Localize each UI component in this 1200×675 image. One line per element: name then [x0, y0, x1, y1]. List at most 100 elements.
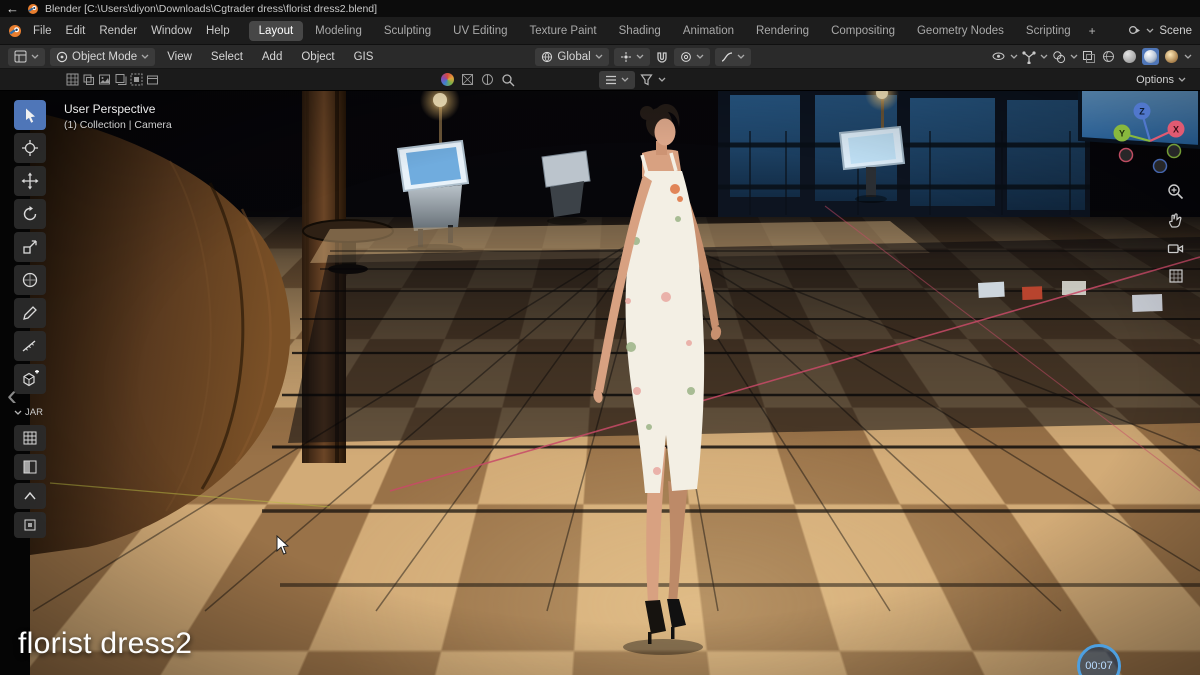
options-label: Options	[1136, 73, 1174, 86]
chevron-down-icon[interactable]	[658, 77, 666, 83]
grid-select-icon[interactable]	[130, 73, 143, 86]
menu-view[interactable]: View	[160, 51, 199, 63]
visibility-icon[interactable]	[991, 50, 1006, 63]
chevron-down-icon	[621, 77, 629, 83]
jar-grid-button[interactable]	[14, 425, 46, 451]
menu-gis[interactable]: GIS	[347, 51, 381, 63]
viewport-controls	[1167, 183, 1184, 284]
tool-add-cube[interactable]	[14, 364, 46, 394]
blender-menu-icon[interactable]	[8, 24, 22, 38]
tool-shelf: JAR	[14, 100, 46, 541]
grid-icon[interactable]	[66, 73, 79, 86]
tab-geometry-nodes[interactable]: Geometry Nodes	[907, 21, 1014, 41]
jar-window-button[interactable]	[14, 512, 46, 538]
menu-object[interactable]: Object	[294, 51, 341, 63]
camera-view-icon[interactable]	[1167, 241, 1184, 256]
tool-measure[interactable]	[14, 331, 46, 361]
chevron-down-icon[interactable]	[1070, 54, 1078, 60]
3d-viewport-canvas[interactable]	[30, 91, 1200, 675]
blender-logo-icon	[27, 3, 39, 15]
snap-icon	[620, 51, 632, 63]
axis-neg-y[interactable]	[1166, 143, 1182, 159]
tool-rotate[interactable]	[14, 199, 46, 229]
tab-shading[interactable]: Shading	[609, 21, 671, 41]
zoom-icon[interactable]	[1167, 183, 1184, 200]
mode-dropdown[interactable]: Object Mode	[50, 47, 156, 66]
tab-compositing[interactable]: Compositing	[821, 21, 905, 41]
magnet-icon[interactable]	[655, 50, 669, 64]
layers-icon[interactable]	[82, 73, 95, 86]
axis-x-label: X	[1173, 125, 1179, 135]
tool-move[interactable]	[14, 166, 46, 196]
pan-hand-icon[interactable]	[1167, 212, 1184, 229]
jar-panel-button[interactable]	[14, 454, 46, 480]
chevron-down-icon[interactable]	[1010, 54, 1018, 60]
add-workspace-button[interactable]: +	[1083, 21, 1102, 41]
falloff-dropdown[interactable]	[714, 47, 751, 66]
gizmos-icon[interactable]	[1022, 50, 1036, 64]
navigation-gizmo[interactable]: Z X Y	[1110, 97, 1186, 173]
menu-file[interactable]: File	[26, 22, 59, 40]
tool-scale[interactable]	[14, 232, 46, 262]
chevron-down-icon[interactable]	[1184, 54, 1192, 60]
tab-sculpting[interactable]: Sculpting	[374, 21, 441, 41]
scene-icon[interactable]	[1128, 24, 1141, 37]
tab-scripting[interactable]: Scripting	[1016, 21, 1081, 41]
view-layer-cluster	[599, 70, 666, 89]
material-preview-icon[interactable]	[441, 73, 454, 86]
editor-type-button[interactable]	[8, 47, 45, 66]
reception-desk[interactable]	[30, 111, 291, 555]
menu-help[interactable]: Help	[199, 22, 237, 40]
menu-window[interactable]: Window	[144, 22, 199, 40]
tool-cursor[interactable]	[14, 133, 46, 163]
menu-add[interactable]: Add	[255, 51, 289, 63]
proportional-edit-dropdown[interactable]	[673, 47, 710, 66]
filter-icon[interactable]	[640, 73, 653, 86]
menu-select[interactable]: Select	[204, 51, 250, 63]
shading-rendered-button[interactable]	[1163, 48, 1180, 65]
mask-icon[interactable]	[481, 73, 494, 86]
snap-target-dropdown[interactable]	[613, 47, 650, 66]
texture-icon[interactable]	[461, 73, 474, 86]
scene-name[interactable]: Scene	[1159, 25, 1192, 37]
3d-viewport[interactable]: ‹ JAR User Perspective (1) Collection | …	[0, 91, 1200, 675]
window-title: Blender [C:\Users\diyon\Downloads\Cgtrad…	[45, 2, 378, 15]
copy-icon[interactable]	[114, 73, 127, 86]
xray-icon[interactable]	[1082, 50, 1096, 64]
jar-roof-button[interactable]	[14, 483, 46, 509]
menu-render[interactable]: Render	[92, 22, 144, 40]
tab-uv-editing[interactable]: UV Editing	[443, 21, 517, 41]
box-icon[interactable]	[146, 73, 159, 86]
shading-wireframe-button[interactable]	[1100, 48, 1117, 65]
image-icon[interactable]	[98, 73, 111, 86]
axis-y-label: Y	[1119, 129, 1125, 139]
chevron-down-icon[interactable]	[1040, 54, 1048, 60]
jar-panel-tab[interactable]: JAR	[14, 407, 46, 418]
shading-material-button[interactable]	[1142, 48, 1159, 65]
proportional-circle-icon	[680, 51, 692, 63]
tab-texture-paint[interactable]: Texture Paint	[520, 21, 607, 41]
menu-edit[interactable]: Edit	[59, 22, 93, 40]
wireframe-sphere-icon	[1102, 50, 1115, 63]
axis-neg-z[interactable]	[1152, 158, 1168, 173]
viewport-editor-icon	[14, 50, 27, 63]
orientation-dropdown[interactable]: Global	[535, 47, 609, 66]
tab-layout[interactable]: Layout	[248, 20, 304, 41]
tool-annotate[interactable]	[14, 298, 46, 328]
back-arrow-icon[interactable]: ←	[6, 2, 19, 15]
tab-modeling[interactable]: Modeling	[305, 21, 372, 41]
tab-animation[interactable]: Animation	[673, 21, 744, 41]
rendered-sphere-icon	[1165, 50, 1178, 63]
kiosk-center[interactable]	[541, 150, 591, 225]
options-button[interactable]: Options	[1136, 74, 1190, 86]
ortho-grid-icon[interactable]	[1168, 268, 1184, 284]
view-layer-dropdown[interactable]	[599, 70, 635, 89]
shading-solid-button[interactable]	[1121, 48, 1138, 65]
search-icon[interactable]	[501, 73, 515, 87]
overlays-icon[interactable]	[1052, 50, 1066, 64]
axis-neg-x[interactable]	[1118, 147, 1134, 163]
tab-rendering[interactable]: Rendering	[746, 21, 819, 41]
tool-select-box[interactable]	[14, 100, 46, 130]
chevron-down-icon[interactable]	[1146, 28, 1154, 34]
tool-transform[interactable]	[14, 265, 46, 295]
